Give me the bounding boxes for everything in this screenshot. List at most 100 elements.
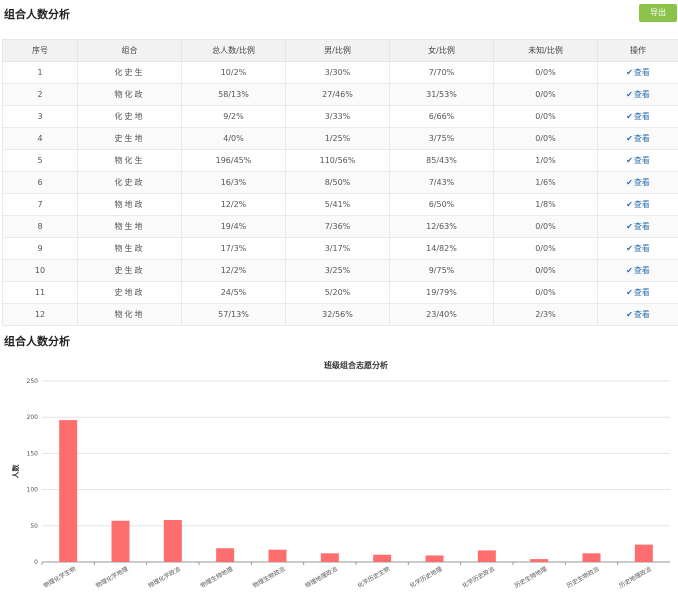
cell-index: 11 xyxy=(2,281,78,304)
view-label: 查看 xyxy=(633,200,650,209)
cell-female: 12/63% xyxy=(389,215,494,238)
view-link[interactable]: ✔查看 xyxy=(626,310,650,319)
cell-combination: 物化地 xyxy=(77,303,182,326)
x-tick-label: 历史生物政治 xyxy=(565,565,600,590)
bar xyxy=(373,554,392,562)
x-tick-label: 化学历史生物 xyxy=(356,565,391,590)
cell-index: 5 xyxy=(2,149,78,172)
view-link[interactable]: ✔查看 xyxy=(626,134,650,143)
cell-unknown: 0/0% xyxy=(493,281,598,304)
cell-total: 196/45% xyxy=(181,149,286,172)
view-link[interactable]: ✔查看 xyxy=(626,266,650,275)
view-link[interactable]: ✔查看 xyxy=(626,156,650,165)
cell-unknown: 0/0% xyxy=(493,83,598,106)
y-axis-label: 人数 xyxy=(11,464,20,479)
cell-male: 1/25% xyxy=(285,127,390,150)
cell-index: 2 xyxy=(2,83,78,106)
cell-total: 9/2% xyxy=(181,105,286,128)
cell-unknown: 0/0% xyxy=(493,259,598,282)
cell-female: 7/43% xyxy=(389,171,494,194)
cell-combination: 化史生 xyxy=(77,61,182,84)
check-icon: ✔ xyxy=(626,134,633,143)
cell-female: 6/50% xyxy=(389,193,494,216)
y-tick-label: 200 xyxy=(27,414,39,421)
cell-male: 3/30% xyxy=(285,61,390,84)
check-icon: ✔ xyxy=(626,68,633,77)
cell-male: 7/36% xyxy=(285,215,390,238)
table-row: 10 史生政 12/2% 3/25% 9/75% 0/0% ✔查看 xyxy=(2,259,678,282)
view-label: 查看 xyxy=(633,156,650,165)
cell-unknown: 0/0% xyxy=(493,237,598,260)
cell-action: ✔查看 xyxy=(597,171,678,194)
x-tick-label: 历史生物地理 xyxy=(513,565,548,590)
cell-action: ✔查看 xyxy=(597,303,678,326)
table-row: 9 物生政 17/3% 3/17% 14/82% 0/0% ✔查看 xyxy=(2,237,678,260)
cell-action: ✔查看 xyxy=(597,193,678,216)
view-link[interactable]: ✔查看 xyxy=(626,90,650,99)
cell-unknown: 0/0% xyxy=(493,61,598,84)
combination-table: 序号 组合 总人数/比例 男/比例 女/比例 未知/比例 操作 1 化史生 10/2% 3/30%… xyxy=(2,39,678,326)
cell-male: 5/41% xyxy=(285,193,390,216)
cell-female: 23/40% xyxy=(389,303,494,326)
cell-total: 24/5% xyxy=(181,281,286,304)
view-label: 查看 xyxy=(633,266,650,275)
table-row: 11 史地政 24/5% 5/20% 19/79% 0/0% ✔查看 xyxy=(2,281,678,304)
bar xyxy=(477,550,496,562)
bar xyxy=(111,520,130,562)
cell-total: 16/3% xyxy=(181,171,286,194)
cell-combination: 物地政 xyxy=(77,193,182,216)
table-row: 8 物生地 19/4% 7/36% 12/63% 0/0% ✔查看 xyxy=(2,215,678,238)
view-label: 查看 xyxy=(633,244,650,253)
cell-index: 9 xyxy=(2,237,78,260)
y-tick-label: 100 xyxy=(27,487,39,494)
bar xyxy=(216,548,235,562)
check-icon: ✔ xyxy=(626,310,633,319)
cell-unknown: 0/0% xyxy=(493,105,598,128)
table-header-row: 序号 组合 总人数/比例 男/比例 女/比例 未知/比例 操作 xyxy=(2,39,678,62)
view-link[interactable]: ✔查看 xyxy=(626,244,650,253)
cell-unknown: 1/0% xyxy=(493,149,598,172)
cell-female: 3/75% xyxy=(389,127,494,150)
bar xyxy=(163,520,182,562)
view-label: 查看 xyxy=(633,90,650,99)
y-tick-label: 250 xyxy=(27,378,39,385)
bar xyxy=(530,559,549,562)
cell-index: 12 xyxy=(2,303,78,326)
cell-action: ✔查看 xyxy=(597,61,678,84)
cell-index: 6 xyxy=(2,171,78,194)
cell-male: 32/56% xyxy=(285,303,390,326)
header-total: 总人数/比例 xyxy=(181,39,286,62)
export-button[interactable]: 导出 xyxy=(639,4,677,22)
view-link[interactable]: ✔查看 xyxy=(626,288,650,297)
cell-male: 3/17% xyxy=(285,237,390,260)
header-action: 操作 xyxy=(597,39,678,62)
bar xyxy=(425,555,444,562)
header-combination: 组合 xyxy=(77,39,182,62)
x-tick-label: 化学历史地理 xyxy=(408,565,443,590)
cell-combination: 物生地 xyxy=(77,215,182,238)
table-row: 4 史生地 4/0% 1/25% 3/75% 0/0% ✔查看 xyxy=(2,127,678,150)
check-icon: ✔ xyxy=(626,266,633,275)
cell-action: ✔查看 xyxy=(597,149,678,172)
table-row: 2 物化政 58/13% 27/46% 31/53% 0/0% ✔查看 xyxy=(2,83,678,106)
cell-male: 3/33% xyxy=(285,105,390,128)
view-label: 查看 xyxy=(633,112,650,121)
check-icon: ✔ xyxy=(626,288,633,297)
cell-total: 4/0% xyxy=(181,127,286,150)
cell-male: 5/20% xyxy=(285,281,390,304)
view-link[interactable]: ✔查看 xyxy=(626,222,650,231)
view-label: 查看 xyxy=(633,288,650,297)
check-icon: ✔ xyxy=(626,244,633,253)
table-body: 1 化史生 10/2% 3/30% 7/70% 0/0% ✔查看 2 物化政 58/13% 27/4… xyxy=(2,61,678,326)
view-link[interactable]: ✔查看 xyxy=(626,178,650,187)
header-male: 男/比例 xyxy=(285,39,390,62)
cell-total: 19/4% xyxy=(181,215,286,238)
cell-action: ✔查看 xyxy=(597,215,678,238)
view-link[interactable]: ✔查看 xyxy=(626,200,650,209)
view-link[interactable]: ✔查看 xyxy=(626,112,650,121)
cell-unknown: 1/6% xyxy=(493,171,598,194)
view-link[interactable]: ✔查看 xyxy=(626,68,650,77)
x-tick-label: 化学历史政治 xyxy=(461,565,496,590)
cell-total: 57/13% xyxy=(181,303,286,326)
cell-unknown: 0/0% xyxy=(493,127,598,150)
